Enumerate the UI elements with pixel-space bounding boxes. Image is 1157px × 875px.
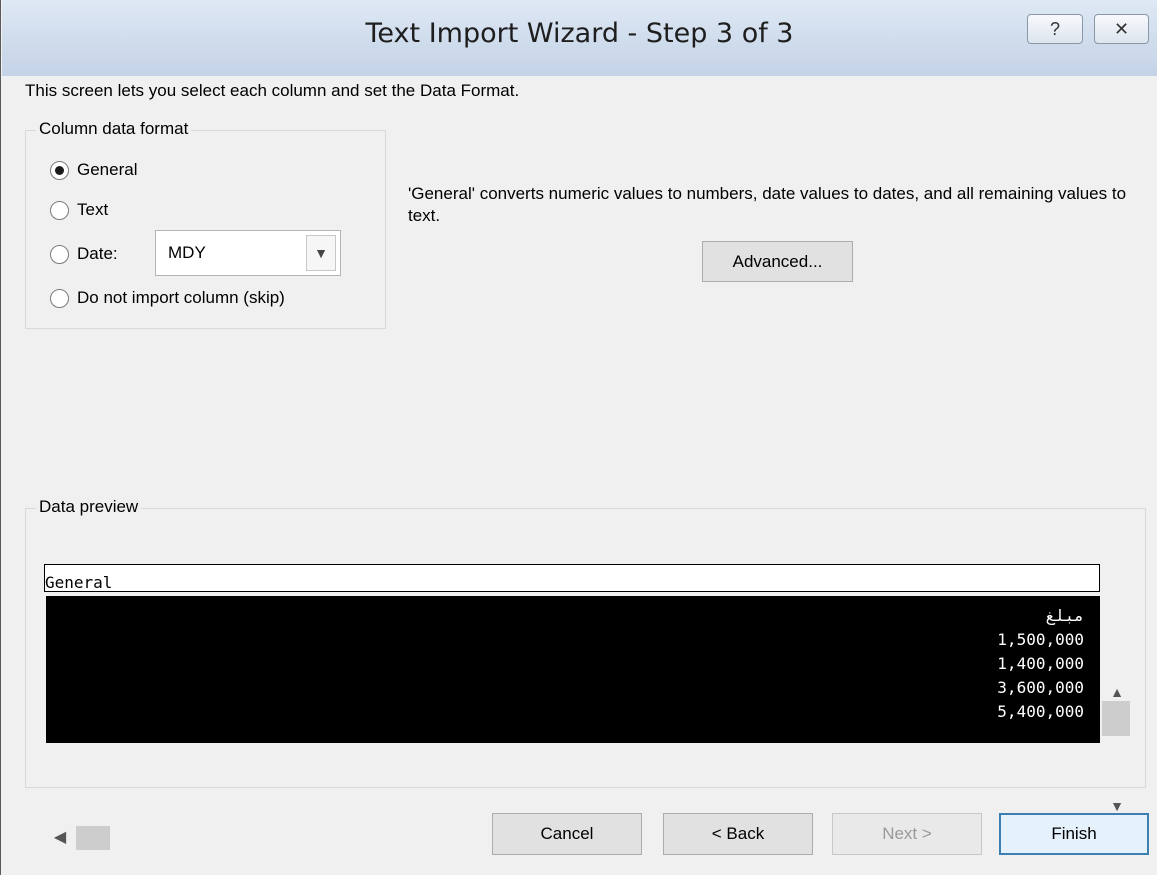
vertical-scrollbar[interactable]: ▲ ▼ [1102, 674, 1132, 819]
close-icon: ✕ [1113, 18, 1130, 39]
dialog-content: This screen lets you select each column … [2, 76, 1157, 875]
radio-general[interactable]: General [50, 160, 137, 180]
radio-date-dot [50, 244, 69, 264]
cancel-button[interactable]: Cancel [492, 813, 642, 855]
date-format-value: MDY [168, 243, 206, 262]
finish-button[interactable]: Finish [999, 813, 1149, 855]
column-data-format-legend: Column data format [36, 119, 192, 139]
preview-row: 3,600,000 [997, 678, 1084, 697]
radio-text[interactable]: Text [50, 200, 108, 220]
next-button[interactable]: Next > [832, 813, 982, 855]
close-button[interactable]: ✕ [1094, 14, 1149, 44]
vertical-scroll-thumb[interactable] [1102, 701, 1130, 736]
advanced-button[interactable]: Advanced... [702, 241, 853, 282]
help-icon: ? [1049, 18, 1060, 39]
preview-row: مبلغ [1045, 606, 1084, 625]
date-format-select[interactable]: MDY ▼ [155, 230, 341, 276]
preview-row: 1,400,000 [997, 654, 1084, 673]
text-import-wizard-dialog: Text Import Wizard - Step 3 of 3 ? ✕ Thi… [0, 0, 1157, 875]
preview-row: 1,500,000 [997, 630, 1084, 649]
radio-general-dot [50, 160, 69, 180]
format-description: 'General' converts numeric values to num… [408, 184, 1127, 225]
chevron-down-icon[interactable]: ▼ [306, 235, 336, 271]
data-preview-grid[interactable]: General مبلغ 1,500,000 1,400,000 3,600,0… [44, 564, 1102, 743]
scroll-left-icon[interactable]: ◀ [50, 827, 70, 847]
radio-general-label: General [77, 160, 138, 179]
data-preview-legend: Data preview [36, 497, 142, 517]
horizontal-scroll-thumb[interactable] [76, 826, 110, 850]
help-button[interactable]: ? [1027, 14, 1083, 44]
radio-text-dot [50, 200, 69, 220]
preview-rows: مبلغ 1,500,000 1,400,000 3,600,000 5,400… [46, 596, 1100, 743]
scroll-up-icon[interactable]: ▲ [1106, 682, 1128, 702]
radio-text-label: Text [77, 200, 109, 219]
window-title: Text Import Wizard - Step 3 of 3 [365, 18, 794, 49]
radio-skip-column-dot [50, 288, 69, 308]
intro-text: This screen lets you select each column … [25, 81, 520, 100]
radio-date[interactable]: Date: [50, 244, 118, 264]
title-bar: Text Import Wizard - Step 3 of 3 ? ✕ [2, 0, 1157, 76]
preview-row: 5,400,000 [997, 702, 1084, 721]
radio-date-label: Date: [77, 244, 118, 263]
preview-column-header[interactable]: General [44, 564, 1100, 592]
radio-skip-column[interactable]: Do not import column (skip) [50, 288, 285, 308]
radio-skip-column-label: Do not import column (skip) [77, 288, 285, 307]
back-button[interactable]: < Back [663, 813, 813, 855]
